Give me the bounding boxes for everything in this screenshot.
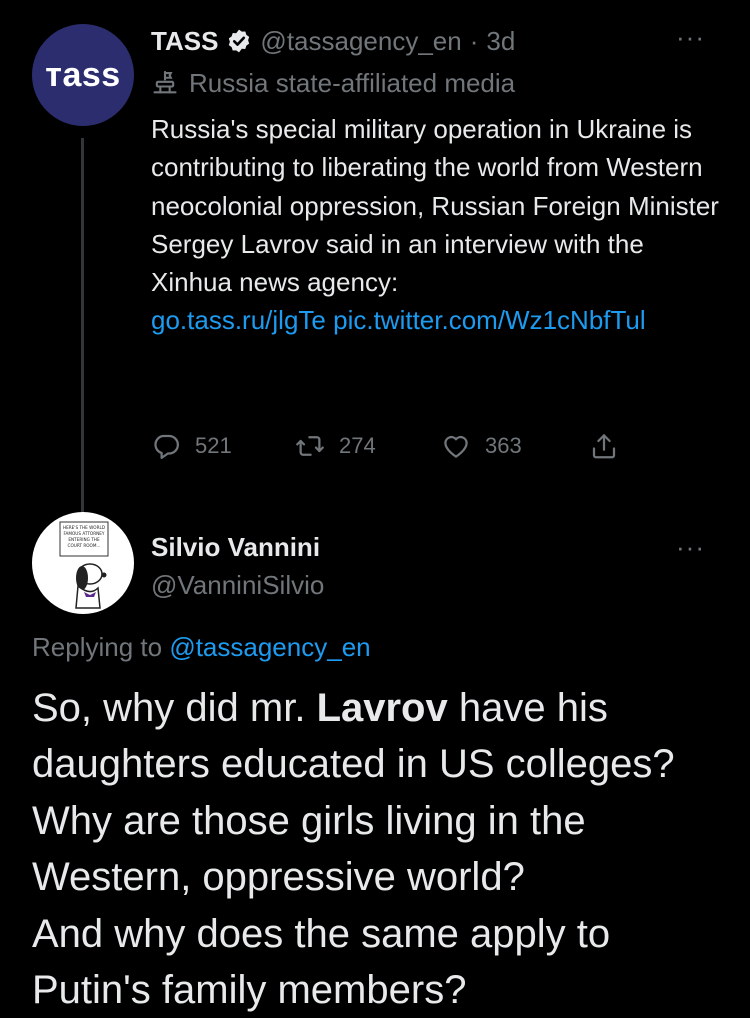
retweet-count: 274 [339,433,376,458]
snoopy-cartoon-icon: HERE'S THE WORLD FAMOUS ATTORNEY ENTERIN… [59,521,109,609]
svg-text:COURT ROOM...: COURT ROOM... [68,543,101,548]
share-button[interactable] [589,431,619,461]
reply-button[interactable]: 521 [151,431,295,461]
thread-connector-line [81,138,84,513]
replying-prefix: Replying to [32,632,163,662]
reply-author-name[interactable]: Silvio Vannini [151,532,320,563]
pic-link[interactable]: pic.twitter.com/Wz1cNbfTul [333,305,646,335]
state-media-text: Russia state-affiliated media [189,67,516,98]
author-name[interactable]: TASS [151,26,218,57]
separator-dot: · [469,25,479,56]
like-count: 363 [485,433,522,458]
reply-text: So, why did mr. Lavrov have his daughter… [32,680,732,1018]
reply-text-start: So, why did mr. [32,686,306,730]
retweet-button[interactable]: 274 [295,431,441,461]
svg-text:FAMOUS ATTORNEY: FAMOUS ATTORNEY [64,531,105,536]
author-handle[interactable]: @tassagency_en [260,26,461,57]
svg-text:HERE'S THE WORLD: HERE'S THE WORLD [63,525,105,530]
replying-to: Replying to @tassagency_en [32,632,371,663]
reply-author-handle[interactable]: @VanniniSilvio [151,570,324,601]
heart-icon [444,435,468,458]
tweet-header: TASS @tassagency_en · 3d [151,24,515,58]
tass-avatar[interactable]: тass [32,24,134,126]
state-media-label[interactable]: Russia state-affiliated media [151,66,515,100]
more-options-icon[interactable]: ··· [676,22,705,53]
tweet-time[interactable]: 3d [486,26,515,57]
like-button[interactable]: 363 [441,431,589,461]
snoopy-avatar[interactable]: HERE'S THE WORLD FAMOUS ATTORNEY ENTERIN… [32,512,134,614]
tweet-actions: 521 274 363 [151,426,619,466]
reply-text-bold: Lavrov [316,686,448,730]
reply-more-options-icon[interactable]: ··· [676,532,705,563]
share-icon [592,434,616,459]
tweet-text: Russia's special military operation in U… [151,110,731,340]
podium-icon [153,70,177,94]
replying-handle-link[interactable]: @tassagency_en [169,632,370,662]
tweet-body: Russia's special military operation in U… [151,114,719,298]
svg-text:ENTERING THE: ENTERING THE [68,537,100,542]
short-link[interactable]: go.tass.ru/jlgTe [151,305,326,335]
reply-text-end: And why does the same apply to Putin's f… [32,911,611,1013]
avatar-logo-text: тass [45,55,121,94]
reply-count: 521 [195,433,232,458]
retweet-icon [296,436,324,456]
verified-badge-icon [229,29,250,53]
reply-icon [154,434,179,459]
